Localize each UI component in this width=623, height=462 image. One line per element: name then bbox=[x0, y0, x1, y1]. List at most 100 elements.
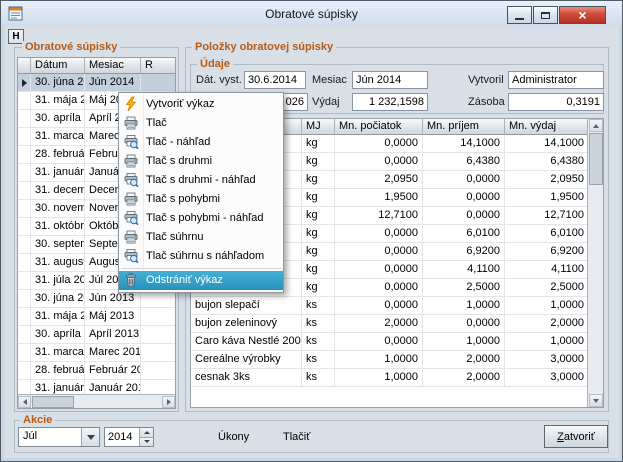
indicator-column-header[interactable] bbox=[18, 58, 31, 74]
mj-column-header[interactable]: MJ bbox=[302, 119, 335, 135]
scroll-left-button[interactable] bbox=[18, 396, 31, 408]
vydaj-cell: 6,9200 bbox=[505, 243, 587, 261]
row-indicator-cell bbox=[18, 218, 31, 236]
extra-column-header[interactable]: R bbox=[141, 58, 175, 74]
items-table-row[interactable]: bujon zeleninovýks2,00000,00002,0000 bbox=[191, 315, 587, 333]
menu-item[interactable]: Vytvoriť výkaz bbox=[119, 95, 283, 114]
vytvoril-field[interactable] bbox=[508, 71, 604, 89]
vydaj-cell: 12,7100 bbox=[505, 207, 587, 225]
mesiac-label: Mesiac bbox=[312, 74, 347, 86]
left-table-row[interactable]: 31. januára 2013Január 2013 bbox=[18, 380, 175, 394]
close-button[interactable]: × bbox=[559, 6, 606, 24]
items-table-row[interactable]: cesnak 3ksks1,00002,00003,0000 bbox=[191, 369, 587, 387]
pociatok-cell: 12,7100 bbox=[335, 207, 423, 225]
datum-cell: 31. mája 2014 bbox=[31, 92, 85, 110]
tlacit-button[interactable]: Tlačiť bbox=[283, 431, 310, 443]
pociatok-cell: 0,0000 bbox=[335, 279, 423, 297]
pociatok-cell: 0,0000 bbox=[335, 225, 423, 243]
minimize-button[interactable] bbox=[507, 6, 532, 24]
left-table-row[interactable]: 30. júna 2014Jún 2014 bbox=[18, 74, 175, 92]
left-groupbox-title: Obratové súpisky bbox=[22, 41, 120, 53]
datum-cell: 28. februára 2014 bbox=[31, 146, 85, 164]
menu-item[interactable]: Tlač bbox=[119, 114, 283, 133]
left-table-row[interactable]: 30. apríla 2013Apríl 2013 bbox=[18, 326, 175, 344]
print-preview-icon bbox=[123, 172, 139, 188]
year-spinner-value[interactable] bbox=[105, 428, 139, 446]
scroll-up-button[interactable] bbox=[589, 119, 603, 132]
vydaj-cell: 1,0000 bbox=[505, 297, 587, 315]
nazov-cell: Cereálne výrobky bbox=[191, 351, 302, 369]
menu-item[interactable]: Tlač s pohybmi bbox=[119, 190, 283, 209]
row-indicator-cell bbox=[18, 344, 31, 362]
prijem-cell: 0,0000 bbox=[423, 189, 505, 207]
chevron-down-icon bbox=[87, 435, 95, 440]
pociatok-cell: 0,0000 bbox=[335, 135, 423, 153]
datum-cell: 28. februára 2013 bbox=[31, 362, 85, 380]
context-menu-items: Vytvoriť výkazTlačTlač - náhľadTlač s dr… bbox=[119, 95, 283, 290]
menu-item[interactable]: Odstrániť výkaz bbox=[119, 271, 283, 290]
mj-cell: ks bbox=[302, 297, 335, 315]
vydaj-column-header[interactable]: Mn. výdaj bbox=[505, 119, 587, 135]
scroll-right-button[interactable] bbox=[162, 396, 175, 408]
vydaj-cell: 2,0000 bbox=[505, 315, 587, 333]
left-table-row[interactable]: 28. februára 2013Február 2013 bbox=[18, 362, 175, 380]
menu-item-label: Tlač s pohybmi bbox=[146, 193, 220, 205]
mj-cell: kg bbox=[302, 243, 335, 261]
month-combobox[interactable]: Júl bbox=[18, 427, 100, 447]
year-spinner[interactable] bbox=[104, 427, 154, 447]
vydaj-cell: 2,5000 bbox=[505, 279, 587, 297]
menu-separator bbox=[121, 268, 281, 269]
vydaj-cell: 2,0950 bbox=[505, 171, 587, 189]
spin-up-button[interactable] bbox=[140, 428, 153, 438]
horizontal-scrollbar[interactable] bbox=[18, 394, 175, 408]
spin-down-button[interactable] bbox=[140, 438, 153, 447]
mj-cell: kg bbox=[302, 189, 335, 207]
mesiac-column-header[interactable]: Mesiac bbox=[85, 58, 141, 74]
zasoba-field[interactable] bbox=[508, 93, 604, 111]
mj-cell: kg bbox=[302, 261, 335, 279]
ukony-button[interactable]: Úkony bbox=[218, 431, 249, 443]
scrollbar-thumb[interactable] bbox=[589, 133, 603, 185]
zatvorit-button[interactable]: Zatvoriť bbox=[544, 425, 608, 448]
menu-item[interactable]: Tlač s druhmi - náhľad bbox=[119, 171, 283, 190]
maximize-button[interactable] bbox=[533, 6, 558, 24]
combobox-dropdown-button[interactable] bbox=[81, 428, 99, 446]
left-table-row[interactable]: 31. marca 2013Marec 2013 bbox=[18, 344, 175, 362]
menu-item-label: Tlač súhrnu s náhľadom bbox=[146, 250, 264, 262]
row-indicator-cell bbox=[18, 380, 31, 394]
mesiac-cell: Január 2013 bbox=[85, 380, 141, 394]
vydaj-cell: 3,0000 bbox=[505, 351, 587, 369]
menu-item[interactable]: Tlač s druhmi bbox=[119, 152, 283, 171]
menu-item[interactable]: Tlač s pohybmi - náhľad bbox=[119, 209, 283, 228]
items-table-row[interactable]: bujon slepačíks0,00001,00001,0000 bbox=[191, 297, 587, 315]
row-indicator-cell bbox=[18, 236, 31, 254]
dat-vyst-field[interactable] bbox=[244, 71, 306, 89]
menu-item[interactable]: Tlač súhrnu s náhľadom bbox=[119, 247, 283, 266]
mj-cell: kg bbox=[302, 279, 335, 297]
row-indicator-cell bbox=[18, 254, 31, 272]
left-table-row[interactable]: 31. mája 2013Máj 2013 bbox=[18, 308, 175, 326]
pociatok-column-header[interactable]: Mn. počiatok bbox=[335, 119, 423, 135]
menu-item[interactable]: Tlač - náhľad bbox=[119, 133, 283, 152]
row-indicator-arrow-icon bbox=[22, 79, 27, 87]
datum-cell: 31. marca 2013 bbox=[31, 344, 85, 362]
datum-cell: 31. januára 2013 bbox=[31, 380, 85, 394]
mj-cell: kg bbox=[302, 171, 335, 189]
scroll-down-button[interactable] bbox=[589, 394, 603, 407]
items-table-row[interactable]: Caro káva Nestlé 200gks0,00001,00001,000… bbox=[191, 333, 587, 351]
datum-column-header[interactable]: Dátum bbox=[31, 58, 85, 74]
vydaj-field[interactable] bbox=[352, 93, 428, 111]
menu-item[interactable]: Tlač súhrnu bbox=[119, 228, 283, 247]
mesiac-field[interactable] bbox=[352, 71, 428, 89]
lightning-icon bbox=[123, 96, 139, 112]
scrollbar-thumb[interactable] bbox=[32, 396, 74, 408]
prijem-cell: 2,5000 bbox=[423, 279, 505, 297]
title-bar[interactable]: Obratové súpisky × bbox=[1, 1, 622, 26]
items-table-row[interactable]: Cereálne výrobkyks1,00002,00003,0000 bbox=[191, 351, 587, 369]
print-icon bbox=[123, 229, 139, 245]
prijem-cell: 1,0000 bbox=[423, 297, 505, 315]
vertical-scrollbar[interactable] bbox=[587, 119, 603, 407]
menu-item-label: Odstrániť výkaz bbox=[146, 274, 223, 286]
prijem-column-header[interactable]: Mn. príjem bbox=[423, 119, 505, 135]
datum-cell: 31. januára 2014 bbox=[31, 164, 85, 182]
